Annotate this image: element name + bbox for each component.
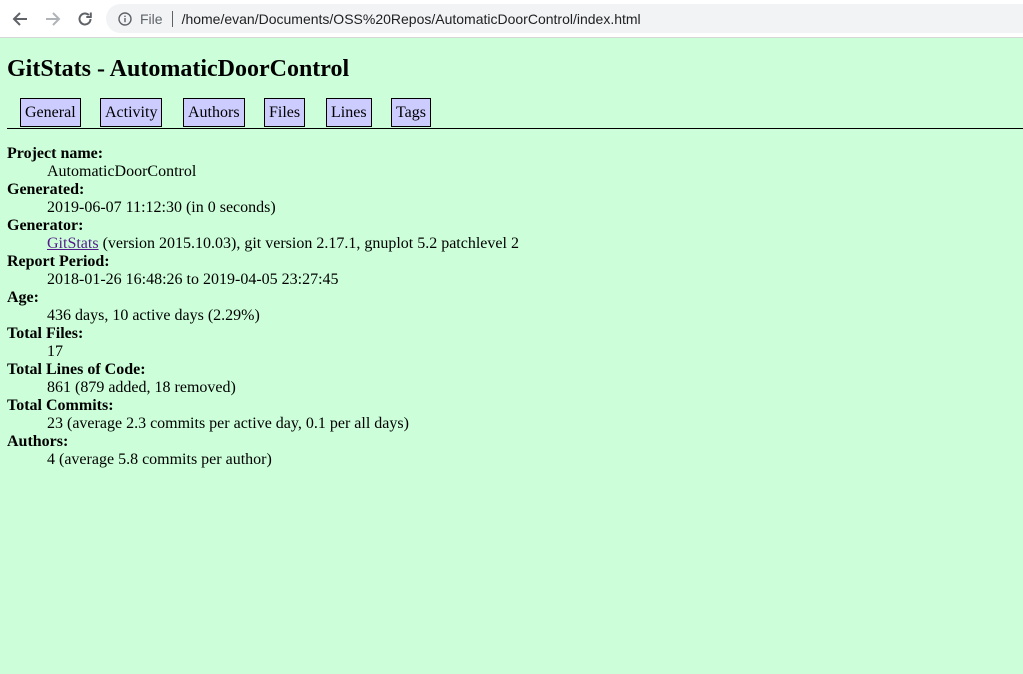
total-commits-label: Total Commits: — [7, 397, 114, 414]
info-icon[interactable] — [117, 11, 133, 27]
tab-activity[interactable]: Activity — [100, 98, 163, 127]
project-name-label: Project name: — [7, 145, 104, 162]
tab-lines[interactable]: Lines — [326, 98, 372, 127]
authors-label: Authors: — [7, 433, 69, 450]
address-bar[interactable]: File /home/evan/Documents/OSS%20Repos/Au… — [106, 4, 1023, 33]
url-text[interactable]: /home/evan/Documents/OSS%20Repos/Automat… — [182, 11, 641, 27]
address-separator — [171, 10, 173, 27]
url-scheme-label: File — [140, 10, 163, 27]
total-commits-value: 23 (average 2.3 commits per active day, … — [47, 415, 409, 432]
total-files-value: 17 — [47, 343, 63, 360]
gitstats-link[interactable]: GitStats — [47, 235, 99, 252]
project-name-value: AutomaticDoorControl — [47, 163, 197, 180]
tab-files[interactable]: Files — [264, 98, 306, 127]
back-arrow-icon — [12, 12, 27, 26]
back-button[interactable] — [9, 8, 31, 30]
report-period-label: Report Period: — [7, 253, 110, 270]
page-content: GitStats - AutomaticDoorControl General … — [0, 38, 1023, 469]
generator-details: (version 2015.10.03), git version 2.17.1… — [98, 235, 519, 252]
report-period-value: 2018-01-26 16:48:26 to 2019-04-05 23:27:… — [47, 271, 339, 288]
generator-value: GitStats (version 2015.10.03), git versi… — [47, 235, 1016, 253]
reload-icon — [78, 12, 92, 26]
summary-list: Project name: AutomaticDoorControl Gener… — [7, 145, 1016, 469]
reload-button[interactable] — [74, 8, 96, 30]
tab-bar: General Activity Authors Files Lines Tag… — [7, 98, 1023, 129]
total-loc-value: 861 (879 added, 18 removed) — [47, 379, 236, 396]
generated-label: Generated: — [7, 181, 85, 198]
age-label: Age: — [7, 289, 39, 306]
total-files-label: Total Files: — [7, 325, 84, 342]
total-loc-label: Total Lines of Code: — [7, 361, 146, 378]
authors-value: 4 (average 5.8 commits per author) — [47, 451, 272, 468]
page-title: GitStats - AutomaticDoorControl — [7, 56, 350, 82]
forward-button[interactable] — [42, 8, 64, 30]
browser-toolbar: File /home/evan/Documents/OSS%20Repos/Au… — [0, 0, 1023, 38]
forward-arrow-icon — [46, 12, 61, 26]
tab-tags[interactable]: Tags — [391, 98, 431, 127]
generator-label: Generator: — [7, 217, 84, 234]
tab-authors[interactable]: Authors — [183, 98, 245, 127]
tab-general[interactable]: General — [20, 98, 81, 127]
age-value: 436 days, 10 active days (2.29%) — [47, 307, 260, 324]
generated-value: 2019-06-07 11:12:30 (in 0 seconds) — [47, 199, 276, 216]
